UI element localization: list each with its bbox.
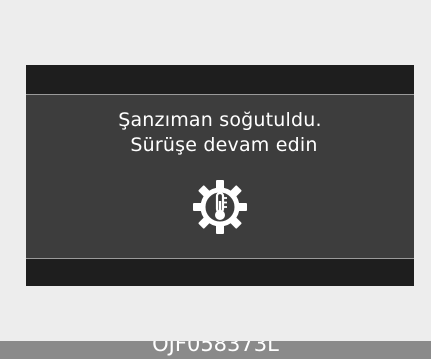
caption-code: OJF058373L [152, 341, 279, 356]
message-line-2: Sürüşe devam edin [130, 134, 318, 156]
figure: Şanzıman soğutuldu. Sürüşe devam edin OJ… [0, 0, 431, 359]
transmission-temperature-icon [192, 179, 248, 235]
cluster-display: Şanzıman soğutuldu. Sürüşe devam edin [26, 65, 414, 286]
display-top-band [26, 65, 414, 95]
display-bottom-band [26, 258, 414, 286]
message-line-1: Şanzıman soğutuldu. [118, 109, 322, 131]
figure-caption: OJF058373L [0, 341, 431, 359]
